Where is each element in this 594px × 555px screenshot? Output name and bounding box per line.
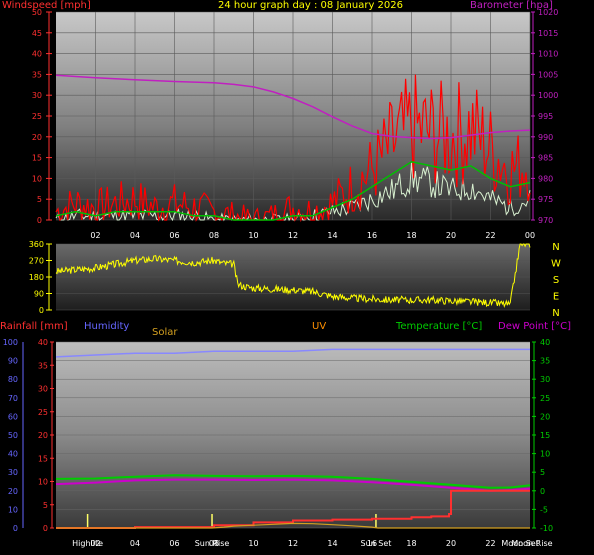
barometer-tick-label: 990 — [538, 133, 553, 142]
compass-label: N — [552, 308, 559, 319]
wind-x-tick-label: 10 — [248, 231, 258, 240]
temperature-tick-label: 10 — [540, 450, 550, 459]
compass-label: E — [553, 292, 559, 303]
rainfall-tick-label: 15 — [38, 454, 48, 463]
barometer-tick-label: 1020 — [538, 8, 558, 17]
humidity-tick-label: 50 — [8, 431, 18, 440]
wind-x-tick-label: 16 — [367, 231, 377, 240]
wind-left-tick-label: 50 — [32, 8, 42, 17]
wind-x-tick-label: 12 — [288, 231, 298, 240]
wind-x-tick-label: 06 — [169, 231, 179, 240]
wind-x-tick-label: 08 — [209, 231, 219, 240]
wind-left-tick-label: 30 — [32, 91, 42, 100]
humidity-tick-label: 90 — [8, 357, 18, 366]
wind-x-tick-label: 04 — [130, 231, 140, 240]
rainfall-tick-label: 5 — [43, 501, 48, 510]
barometer-tick-label: 1000 — [538, 91, 558, 100]
temperature-tick-label: 15 — [540, 431, 550, 440]
temperature-tick-label: 20 — [540, 412, 550, 421]
wind-x-tick-label: 22 — [485, 231, 495, 240]
climate-x-tick-label: 04 — [130, 539, 140, 548]
barometer-tick-label: 985 — [538, 154, 553, 163]
compass-label: S — [553, 275, 559, 286]
humidity-tick-label: 10 — [8, 505, 18, 514]
barometer-tick-label: 1005 — [538, 70, 558, 79]
climate-x-tick-label: 14 — [327, 539, 337, 548]
climate-x-tick-label: Moon Rise — [511, 539, 552, 548]
rainfall-tick-label: 25 — [38, 408, 48, 417]
wind-x-tick-label: 02 — [90, 231, 100, 240]
temperature-tick-label: 5 — [540, 468, 545, 477]
barometer-tick-label: 1015 — [538, 29, 558, 38]
wind-left-tick-label: 0 — [37, 216, 42, 225]
humidity-tick-label: 100 — [3, 338, 18, 347]
wind-left-tick-label: 45 — [32, 29, 42, 38]
climate-x-tick-label: 12 — [288, 539, 298, 548]
climate-x-tick-label: 18 — [406, 539, 416, 548]
humidity-tick-label: 30 — [8, 468, 18, 477]
rainfall-tick-label: 40 — [38, 338, 48, 347]
wind-x-tick-label: 00 — [525, 231, 535, 240]
direction-tick-label: 0 — [39, 306, 44, 315]
weather-charts-svg: 0510152025303540455097097598098599099510… — [3, 8, 561, 548]
compass-label: W — [551, 259, 561, 270]
climate-x-tick-label: 06 — [169, 539, 179, 548]
humidity-tick-label: 60 — [8, 412, 18, 421]
temperature-tick-label: -5 — [540, 505, 548, 514]
direction-tick-label: 180 — [29, 273, 44, 282]
rainfall-tick-label: 0 — [43, 524, 48, 533]
climate-x-tick-label: 16 — [367, 539, 377, 548]
rainfall-tick-label: 10 — [38, 478, 48, 487]
humidity-tick-label: 0 — [13, 524, 18, 533]
rainfall-tick-label: 35 — [38, 361, 48, 370]
humidity-tick-label: 80 — [8, 375, 18, 384]
climate-x-tick-label: 08 — [209, 539, 219, 548]
temperature-tick-label: 35 — [540, 357, 550, 366]
wind-x-tick-label: 20 — [446, 231, 456, 240]
compass-label: N — [552, 242, 559, 253]
wind-left-tick-label: 5 — [37, 195, 42, 204]
wind-x-tick-label: 14 — [327, 231, 337, 240]
wind-left-tick-label: 15 — [32, 154, 42, 163]
barometer-tick-label: 1010 — [538, 50, 558, 59]
temperature-tick-label: -10 — [540, 524, 553, 533]
barometer-tick-label: 995 — [538, 112, 553, 121]
direction-tick-label: 90 — [34, 290, 44, 299]
humidity-tick-label: 20 — [8, 487, 18, 496]
temperature-tick-label: 0 — [540, 487, 545, 496]
climate-x-tick-label: 10 — [248, 539, 258, 548]
weather-graph-page: Windspeed [mph] 24 hour graph day : 08 J… — [0, 0, 594, 555]
direction-tick-label: 360 — [29, 240, 44, 249]
temperature-tick-label: 30 — [540, 375, 550, 384]
wind-left-tick-label: 20 — [32, 133, 42, 142]
humidity-tick-label: 40 — [8, 450, 18, 459]
barometer-tick-label: 980 — [538, 174, 553, 183]
wind-left-tick-label: 40 — [32, 50, 42, 59]
humidity-tick-label: 70 — [8, 394, 18, 403]
climate-x-tick-label: 22 — [485, 539, 495, 548]
wind-left-tick-label: 10 — [32, 174, 42, 183]
temperature-tick-label: 25 — [540, 394, 550, 403]
climate-x-tick-label: 02 — [90, 539, 100, 548]
barometer-tick-label: 970 — [538, 216, 553, 225]
wind-left-tick-label: 25 — [32, 112, 42, 121]
climate-x-tick-label: 20 — [446, 539, 456, 548]
barometer-tick-label: 975 — [538, 195, 553, 204]
wind-x-tick-label: 18 — [406, 231, 416, 240]
rainfall-tick-label: 20 — [38, 431, 48, 440]
wind-left-tick-label: 35 — [32, 70, 42, 79]
rainfall-tick-label: 30 — [38, 385, 48, 394]
temperature-tick-label: 40 — [540, 338, 550, 347]
direction-tick-label: 270 — [29, 257, 44, 266]
